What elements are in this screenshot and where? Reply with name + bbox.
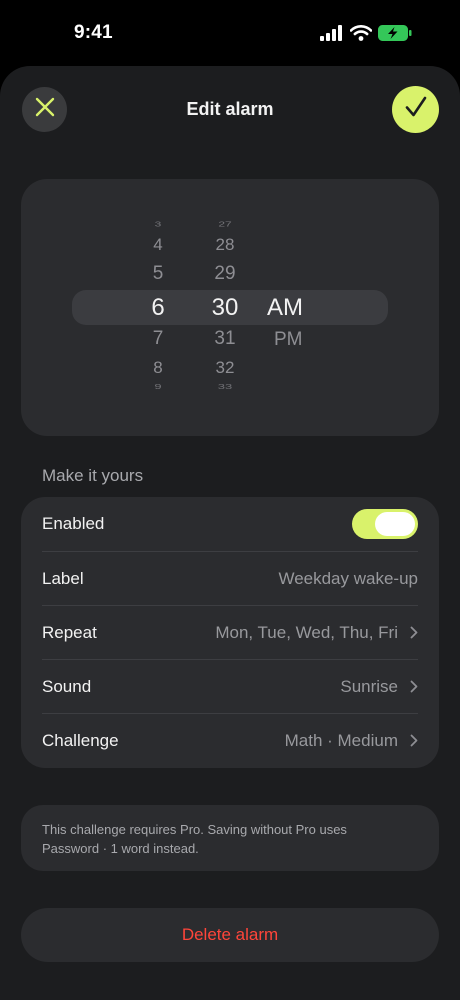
chevron-right-icon — [410, 626, 418, 639]
status-time: 9:41 — [74, 22, 113, 43]
sound-value-text: Sunrise — [340, 676, 398, 696]
challenge-value: Math · Medium — [285, 731, 418, 751]
chevron-right-icon — [410, 680, 418, 693]
label-row[interactable]: Label Weekday wake-up — [42, 551, 418, 605]
period-wheel-selected[interactable]: AM — [267, 294, 311, 322]
hour-wheel-item[interactable]: 4 — [142, 235, 174, 255]
minute-wheel-item[interactable]: 33 — [207, 382, 243, 390]
enabled-toggle[interactable] — [352, 509, 418, 539]
repeat-value: Mon, Tue, Wed, Thu, Fri — [215, 623, 418, 643]
sound-value: Sunrise — [340, 677, 418, 697]
delete-alarm-button[interactable]: Delete alarm — [21, 908, 439, 962]
hour-wheel-item[interactable]: 7 — [142, 328, 174, 350]
time-picker[interactable]: 3 4 5 6 7 8 9 27 28 29 30 31 32 33 AM PM — [21, 179, 439, 436]
chevron-right-icon — [410, 734, 418, 747]
repeat-label: Repeat — [42, 622, 97, 642]
pro-requirement-note: This challenge requires Pro. Saving with… — [21, 805, 439, 871]
period-wheel-item[interactable]: PM — [274, 329, 318, 351]
wifi-icon — [349, 25, 373, 46]
checkmark-icon — [404, 95, 428, 124]
toggle-knob — [375, 512, 415, 536]
sound-row[interactable]: Sound Sunrise — [42, 659, 418, 713]
repeat-value-text: Mon, Tue, Wed, Thu, Fri — [215, 622, 398, 642]
hour-wheel-item[interactable]: 5 — [142, 263, 174, 285]
label-value-text: Weekday wake-up — [278, 568, 418, 588]
minute-wheel-item[interactable]: 28 — [207, 235, 243, 255]
sound-label: Sound — [42, 676, 92, 696]
minute-wheel-item[interactable]: 31 — [207, 328, 243, 350]
hour-wheel-item[interactable]: 9 — [142, 382, 174, 390]
minute-wheel-item[interactable]: 27 — [207, 220, 243, 228]
cellular-signal-icon — [320, 25, 344, 46]
minute-wheel-selected[interactable]: 30 — [207, 294, 243, 322]
repeat-row[interactable]: Repeat Mon, Tue, Wed, Thu, Fri — [42, 605, 418, 659]
enabled-label: Enabled — [42, 514, 105, 533]
challenge-value-text: Math · Medium — [284, 730, 398, 750]
status-icons — [320, 25, 412, 46]
label-row-value: Weekday wake-up — [278, 569, 418, 589]
hour-wheel-item[interactable]: 3 — [142, 220, 174, 228]
edit-alarm-sheet: Edit alarm 3 4 5 6 7 8 9 27 28 29 30 31 … — [0, 66, 460, 1000]
page-title: Edit alarm — [186, 99, 274, 119]
label-row-label: Label — [42, 568, 84, 588]
status-bar: 9:41 — [0, 0, 460, 66]
note-line-2: Password · 1 word instead. — [42, 841, 199, 856]
hour-wheel-item[interactable]: 8 — [142, 358, 174, 378]
minute-wheel-item[interactable]: 29 — [207, 263, 243, 285]
section-header: Make it yours — [42, 466, 144, 485]
battery-charging-icon — [378, 25, 412, 46]
minute-wheel-item[interactable]: 32 — [207, 358, 243, 378]
settings-card: Enabled Label Weekday wake-up Repeat Mon… — [21, 497, 439, 768]
challenge-row[interactable]: Challenge Math · Medium — [42, 713, 418, 767]
enabled-row: Enabled — [42, 497, 418, 551]
challenge-label: Challenge — [42, 730, 119, 750]
hour-wheel-selected[interactable]: 6 — [142, 294, 174, 322]
note-line-1: This challenge requires Pro. Saving with… — [42, 822, 347, 837]
save-button[interactable] — [392, 86, 439, 133]
